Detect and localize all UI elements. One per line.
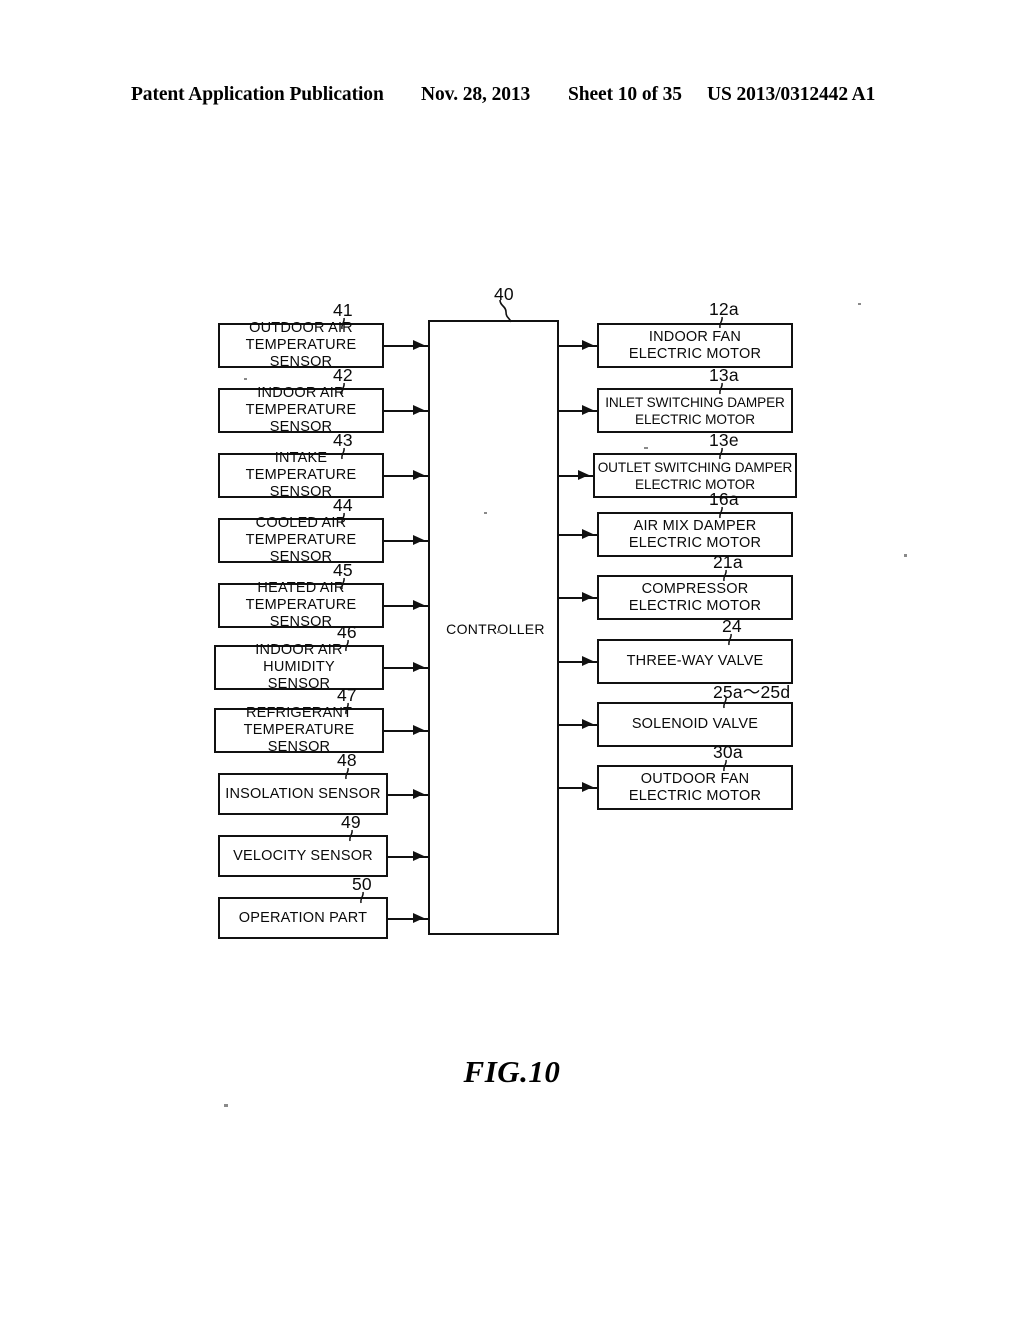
arrowhead-24 (582, 655, 593, 666)
arrowhead-44 (413, 534, 424, 545)
scan-speckle-4 (644, 447, 648, 449)
arrowhead-45 (413, 599, 424, 610)
scan-speckle-2 (858, 303, 861, 305)
arrowhead-48 (413, 788, 424, 799)
arrowhead-30a (582, 781, 593, 792)
arrowhead-12a (582, 339, 593, 350)
scan-speckle-3 (904, 554, 907, 557)
arrowhead-46 (413, 661, 424, 672)
patent-figure-10: CONTROLLER 40 OUTDOOR AIR TEMPERATURE SE… (0, 0, 1024, 1320)
arrowhead-43 (413, 469, 424, 480)
scan-speckle-7 (484, 512, 487, 514)
arrowhead-42 (413, 404, 424, 415)
figure-caption: FIG.10 (463, 1054, 561, 1089)
arrowhead-41 (413, 339, 424, 350)
arrowhead-16a (582, 528, 593, 539)
scan-speckle-1 (244, 378, 247, 380)
arrowhead-21a (582, 591, 593, 602)
arrowhead-13a (582, 404, 593, 415)
arrowhead-47 (413, 724, 424, 735)
arrowhead-25a-25d (582, 718, 593, 729)
scan-speckle-6 (224, 1104, 228, 1107)
arrowhead-50 (413, 912, 424, 923)
scan-speckle-5 (497, 631, 501, 633)
leader-hooks-outputs (719, 316, 732, 772)
arrowhead-13e (578, 469, 589, 480)
arrowhead-49 (413, 850, 424, 861)
